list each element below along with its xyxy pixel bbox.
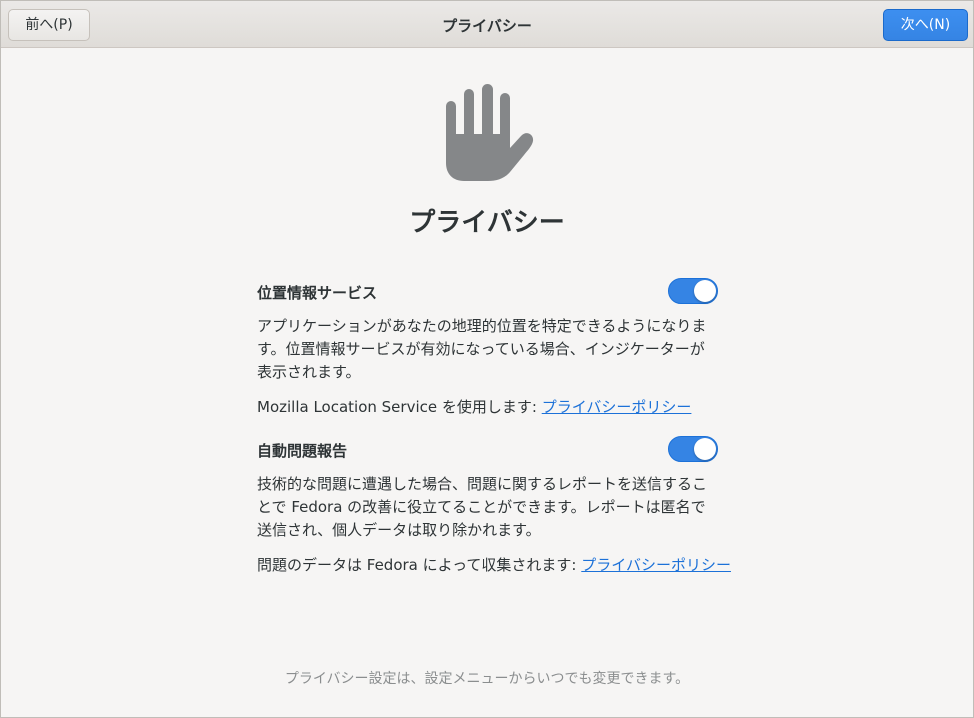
location-policy-line: Mozilla Location Service を使用します: プライバシーポ…	[257, 396, 691, 417]
problem-policy-prefix: 問題のデータは Fedora によって収集されます:	[257, 556, 582, 574]
problem-reporting-title: 自動問題報告	[257, 442, 348, 460]
location-services-toggle[interactable]	[668, 278, 718, 304]
problem-reporting-toggle[interactable]	[668, 436, 718, 462]
toggle-knob	[694, 438, 716, 460]
footer-note: プライバシー設定は、設定メニューからいつでも変更できます。	[284, 671, 690, 687]
location-privacy-policy-link[interactable]: プライバシーポリシー	[542, 398, 692, 416]
location-services-title: 位置情報サービス	[257, 284, 378, 302]
toggle-knob	[694, 280, 716, 302]
page-title: プライバシー	[409, 208, 565, 238]
problem-privacy-policy-link[interactable]: プライバシーポリシー	[581, 556, 731, 574]
problem-policy-line: 問題のデータは Fedora によって収集されます: プライバシーポリシー	[257, 554, 731, 575]
header-title: プライバシー	[442, 17, 532, 35]
location-policy-prefix: Mozilla Location Service を使用します:	[257, 398, 542, 416]
header-bar: 前へ(P) プライバシー 次へ(N)	[1, 1, 973, 48]
problem-reporting-description: 技術的な問題に遭遇した場合、問題に関するレポートを送信することで Fedora …	[257, 475, 708, 539]
hand-stop-icon	[446, 84, 534, 181]
location-services-description: アプリケーションがあなたの地理的位置を特定できるようになります。位置情報サービス…	[257, 317, 707, 381]
next-button[interactable]: 次へ(N)	[883, 9, 968, 41]
privacy-window: 前へ(P) プライバシー 次へ(N) プライバシー 位置情報サービス アプリケー…	[0, 0, 974, 718]
